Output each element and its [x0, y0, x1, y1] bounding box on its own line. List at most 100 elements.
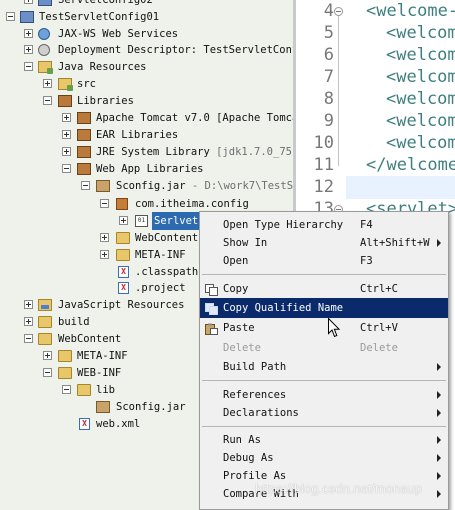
folder-icon	[58, 367, 72, 379]
code-line: <welcom	[386, 133, 455, 153]
line-number: 7	[323, 67, 334, 87]
code-line: <welcome-	[366, 1, 455, 21]
menu-item-label: Delete	[223, 342, 261, 354]
tree-item-label: web.xml	[96, 418, 141, 430]
menu-item-delete[interactable]: Delete Delete	[200, 338, 448, 358]
menu-item-references[interactable]: References	[200, 385, 448, 405]
tree-item-label: TestServletConfig01	[39, 11, 160, 23]
tree-item-label: WebContent	[58, 333, 122, 345]
expand-toggle[interactable]	[43, 79, 52, 88]
tree-item-label: Sconfig.jar	[116, 401, 186, 413]
library-icon	[77, 163, 91, 175]
tree-item-label: lib	[96, 384, 115, 396]
folder-icon	[38, 333, 52, 345]
source-folder-icon	[58, 78, 73, 91]
expand-toggle[interactable]	[100, 233, 109, 242]
collapse-toggle[interactable]	[43, 96, 52, 105]
jar-icon	[96, 180, 110, 192]
expand-toggle[interactable]	[24, 29, 33, 38]
code-line: <welcom	[386, 89, 455, 109]
tree-item-libraries[interactable]: Libraries	[0, 92, 293, 110]
package-icon	[116, 198, 128, 210]
tree-item-label: .project	[135, 282, 186, 294]
collapse-toggle[interactable]	[24, 334, 33, 343]
submenu-arrow-icon	[437, 472, 441, 480]
expand-toggle[interactable]	[62, 147, 71, 156]
menu-item-label: Run As	[223, 434, 261, 446]
collapse-toggle[interactable]	[81, 181, 90, 190]
tree-item-jre-system-library[interactable]: JRE System Library [jdk1.7.0_75]	[0, 143, 293, 161]
menu-item-label: Copy	[223, 283, 249, 295]
line-number: 5	[323, 23, 334, 43]
tree-item-label: Apache Tomcat v7.0 [Apache Tomca	[96, 112, 293, 124]
tree-item-label: Serlvet	[152, 212, 201, 230]
submenu-arrow-icon	[437, 490, 441, 498]
menu-item-shortcut: F4	[360, 219, 373, 231]
menu-item-label: Debug As	[223, 452, 274, 464]
submenu-arrow-icon	[437, 391, 441, 399]
library-icon	[77, 112, 91, 124]
menu-item-build-path[interactable]: Build Path	[200, 357, 448, 377]
expand-toggle[interactable]	[43, 351, 52, 360]
fold-guide	[338, 16, 339, 166]
menu-item-shortcut: Ctrl+V	[360, 322, 398, 334]
fold-marker-icon[interactable]	[334, 7, 343, 16]
tree-item-web-app-libraries[interactable]: Web App Libraries	[0, 160, 293, 178]
tree-item-label: JRE System Library	[96, 146, 217, 158]
menu-item-label: Copy Qualified Name	[223, 302, 344, 314]
folder-icon	[77, 384, 91, 396]
tree-item-label: EAR Libraries	[96, 129, 179, 141]
expand-toggle[interactable]	[119, 216, 128, 225]
menu-item-copy[interactable]: Copy Ctrl+C	[200, 279, 448, 299]
menu-separator	[202, 380, 446, 381]
copy-qualified-name-icon	[205, 302, 218, 315]
watermark: https://blog.csdn.net/monaup	[255, 481, 422, 496]
menu-item-run-as[interactable]: Run As	[200, 430, 448, 450]
code-line: <welcom	[386, 45, 455, 65]
tree-item-apache-tomcat[interactable]: Apache Tomcat v7.0 [Apache Tomca	[0, 109, 293, 127]
menu-item-declarations[interactable]: Declarations	[200, 403, 448, 423]
menu-item-shortcut: F3	[360, 255, 373, 267]
line-number: 8	[323, 89, 334, 109]
submenu-arrow-icon	[437, 409, 441, 417]
menu-item-debug-as[interactable]: Debug As	[200, 448, 448, 468]
menu-separator	[202, 426, 446, 427]
menu-item-open[interactable]: Open F3	[200, 251, 448, 271]
menu-item-show-in[interactable]: Show In Alt+Shift+W	[200, 233, 448, 253]
expand-toggle[interactable]	[100, 250, 109, 259]
tree-item-decoration: [jdk1.7.0_75]	[216, 146, 293, 158]
javascript-resources-icon	[38, 299, 52, 311]
collapse-toggle[interactable]	[62, 385, 71, 394]
folder-icon	[116, 249, 130, 261]
expand-toggle[interactable]	[62, 130, 71, 139]
expand-toggle[interactable]	[24, 0, 33, 4]
tree-item-testservletconfig01[interactable]: TestServletConfig01	[0, 8, 293, 26]
line-number: 11	[313, 155, 334, 175]
collapse-toggle[interactable]	[43, 368, 52, 377]
tree-item-java-resources[interactable]: Java Resources	[0, 58, 293, 76]
tree-item-label: META-INF	[135, 249, 186, 261]
collapse-toggle[interactable]	[24, 62, 33, 71]
collapse-toggle[interactable]	[100, 199, 109, 208]
tree-item-deployment-descriptor[interactable]: Deployment Descriptor: TestServletConfi	[0, 41, 293, 59]
tree-item-label: JavaScript Resources	[58, 299, 185, 311]
menu-item-paste[interactable]: Paste Ctrl+V	[200, 318, 448, 338]
tree-item-ear-libraries[interactable]: EAR Libraries	[0, 126, 293, 144]
class-file-icon: 01	[135, 215, 148, 227]
menu-separator	[202, 274, 446, 275]
expand-toggle[interactable]	[24, 317, 33, 326]
expand-toggle[interactable]	[62, 113, 71, 122]
web-services-icon	[38, 28, 50, 40]
tree-item-sconfig-jar[interactable]: Sconfig.jar - D:\work7\TestSe	[0, 177, 293, 195]
tree-item-label: Web App Libraries	[96, 163, 204, 175]
menu-item-shortcut: Alt+Shift+W	[360, 237, 430, 249]
code-line: <welcom	[386, 67, 455, 87]
menu-item-open-type-hierarchy[interactable]: Open Type Hierarchy F4	[200, 215, 448, 235]
menu-item-copy-qualified-name[interactable]: Copy Qualified Name	[200, 298, 448, 318]
expand-toggle[interactable]	[24, 300, 33, 309]
expand-toggle[interactable]	[24, 45, 33, 54]
collapse-toggle[interactable]	[62, 164, 71, 173]
collapse-toggle[interactable]	[6, 12, 15, 21]
tree-item-src[interactable]: src	[0, 75, 293, 93]
tree-item-label: Sconfig.jar	[116, 180, 186, 192]
